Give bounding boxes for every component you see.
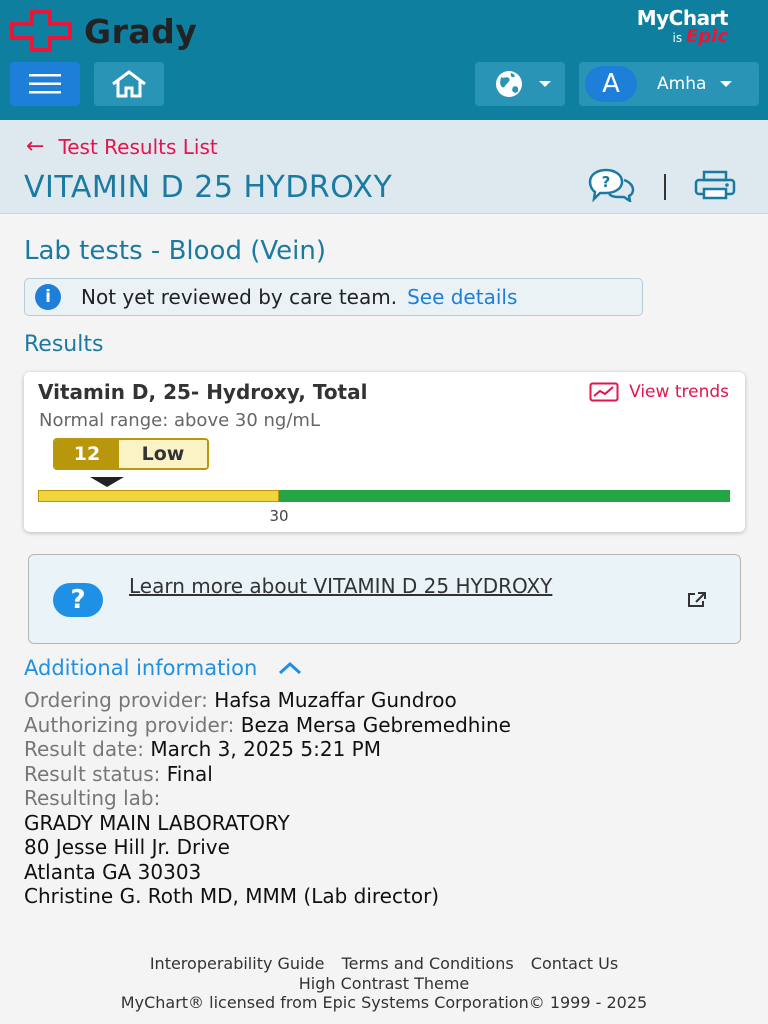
value-pointer [90, 477, 124, 487]
chevron-up-icon [279, 661, 302, 675]
epic-label: Epic [685, 26, 728, 47]
high-contrast-link[interactable]: High Contrast Theme [0, 974, 768, 994]
notice-text: Not yet reviewed by care team. [81, 285, 398, 309]
interoperability-guide-link[interactable]: Interoperability Guide [150, 954, 325, 973]
top-header: Grady MyChart is Epic A Amha [0, 0, 768, 120]
additional-info-details: Ordering provider: Hafsa Muzaffar Gundro… [24, 688, 511, 909]
review-notice: i Not yet reviewed by care team. See det… [24, 278, 643, 316]
grady-logo[interactable]: Grady [10, 10, 197, 52]
info-icon: i [35, 284, 61, 310]
authorizing-provider-label: Authorizing provider: [24, 712, 235, 737]
range-bar-low-segment [38, 490, 279, 502]
see-details-link[interactable]: See details [407, 285, 517, 309]
globe-icon [496, 71, 522, 97]
ordering-provider-value: Hafsa Muzaffar Gundroo [214, 688, 457, 712]
print-button[interactable] [694, 170, 736, 204]
mychart-epic-logo: MyChart is Epic [636, 6, 729, 47]
back-to-results-link[interactable]: ← Test Results List [26, 134, 218, 159]
ordering-provider-label: Ordering provider: [24, 688, 208, 712]
language-button[interactable] [475, 62, 565, 106]
threshold-label: 30 [269, 507, 289, 525]
range-bar [38, 490, 730, 502]
result-name: Vitamin D, 25- Hydroxy, Total [38, 380, 368, 404]
view-trends-link[interactable]: View trends [589, 382, 729, 402]
license-text: MyChart® licensed from Epic Systems Corp… [120, 993, 648, 1012]
view-trends-label: View trends [629, 382, 729, 402]
page-title: VITAMIN D 25 HYDROXY [24, 170, 393, 205]
authorizing-provider-value: Beza Mersa Gebremedhine [240, 712, 511, 737]
range-bar-normal-segment [279, 490, 730, 502]
result-status-label: Result status: [24, 761, 161, 786]
brand-name: Grady [84, 11, 198, 51]
question-icon: ? [53, 583, 103, 617]
printer-icon [694, 170, 736, 200]
lab-name: GRADY MAIN LABORATORY [24, 810, 290, 835]
result-date-label: Result date: [24, 737, 144, 761]
home-button[interactable] [94, 62, 164, 106]
result-date-value: March 3, 2025 5:21 PM [150, 737, 381, 761]
results-heading: Results [24, 332, 104, 357]
lab-address-line1: 80 Jesse Hill Jr. Drive [24, 835, 230, 859]
title-actions: ? [586, 168, 736, 206]
result-card: Vitamin D, 25- Hydroxy, Total View trend… [24, 372, 745, 532]
learn-more-link[interactable]: Learn more about VITAMIN D 25 HYDROXY [129, 573, 589, 600]
external-link-icon [688, 592, 706, 607]
result-flag: 12 Low [53, 438, 209, 470]
result-value: 12 [55, 440, 119, 468]
avatar: A [585, 66, 637, 102]
footer: Interoperability Guide Terms and Conditi… [0, 954, 768, 1013]
mychart-label: MyChart [636, 6, 729, 30]
red-cross-icon [10, 10, 72, 52]
is-label: is [672, 31, 683, 45]
chat-question-icon: ? [588, 168, 635, 204]
menu-button[interactable] [10, 62, 80, 106]
resulting-lab-label: Resulting lab: [24, 786, 161, 810]
divider [664, 174, 666, 200]
home-icon [112, 70, 146, 98]
arrow-left-icon: ← [26, 134, 45, 159]
contact-us-link[interactable]: Contact Us [531, 954, 618, 973]
chevron-down-icon [720, 81, 733, 87]
result-status-value: Final [166, 761, 213, 786]
lab-tests-heading: Lab tests - Blood (Vein) [24, 236, 326, 266]
trend-chart-icon [589, 382, 619, 402]
lab-director: Christine G. Roth MD, MMM (Lab director) [24, 884, 440, 908]
user-name: Amha [657, 74, 707, 94]
additional-info-toggle[interactable]: Additional information [24, 656, 303, 680]
additional-info-label: Additional information [24, 656, 258, 680]
back-link-label: Test Results List [58, 134, 218, 159]
hamburger-icon [29, 74, 61, 94]
ask-question-button[interactable]: ? [586, 168, 636, 206]
normal-range: Normal range: above 30 ng/mL [39, 410, 320, 431]
learn-more-box[interactable]: ? Learn more about VITAMIN D 25 HYDROXY [28, 554, 741, 644]
svg-text:?: ? [602, 173, 611, 191]
lab-address-line2: Atlanta GA 30303 [24, 859, 202, 884]
terms-link[interactable]: Terms and Conditions [342, 954, 514, 973]
chevron-down-icon [539, 81, 551, 87]
user-menu-button[interactable]: A Amha [579, 62, 759, 106]
result-flag-label: Low [119, 440, 207, 468]
